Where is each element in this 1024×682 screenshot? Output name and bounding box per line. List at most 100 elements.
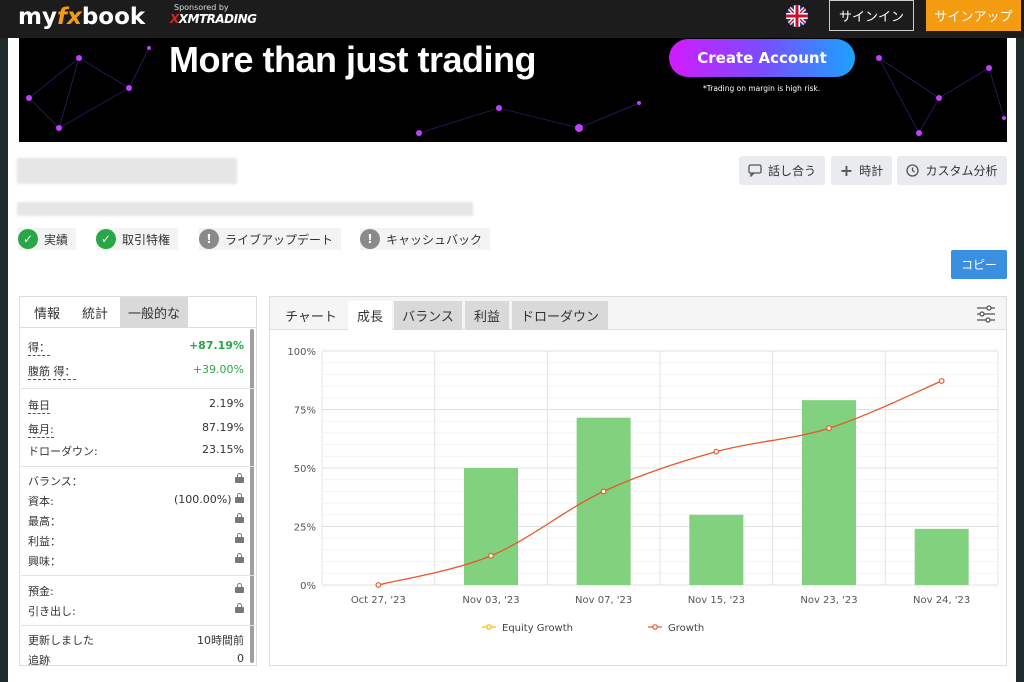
- stat-deposits: 預金:: [28, 583, 244, 601]
- tab-drawdown[interactable]: ドローダウン: [512, 301, 608, 330]
- lock-icon: [235, 553, 244, 563]
- y-tick-label: 100%: [287, 347, 316, 358]
- growth-point: [488, 552, 494, 559]
- system-name-blurred: [17, 158, 237, 184]
- chat-icon: [748, 164, 762, 177]
- risk-disclaimer: *Trading on margin is high risk.: [703, 84, 821, 93]
- xmtrading-logo[interactable]: XXMTRADING: [170, 12, 257, 26]
- exclamation-icon: !: [199, 229, 219, 249]
- top-navbar: myfxbook Sponsored by XXMTRADING サインイン サ…: [0, 0, 1024, 38]
- badge-label: 実績: [44, 232, 69, 247]
- stat-updated: 更新しました 10時間前: [28, 634, 244, 647]
- stat-balance: バランス：: [28, 473, 244, 491]
- check-icon: ✓: [96, 229, 116, 249]
- watch-label: 時計: [859, 164, 884, 178]
- lock-icon: [235, 533, 244, 543]
- chart-panel: チャート 成長 バランス 利益 ドローダウン 0% 25% 50% 75% 100% Oc…: [269, 296, 1007, 666]
- stat-drawdown: ドローダウン: 23.15%: [28, 443, 244, 458]
- y-tick-label: 0%: [300, 581, 316, 592]
- lock-icon: [235, 473, 244, 483]
- stat-withdrawals: 引き出し:: [28, 603, 244, 621]
- stat-abs-gain: 腹筋 得： +39.00%: [28, 363, 244, 380]
- tab-balance[interactable]: バランス: [394, 301, 462, 330]
- myfxbook-logo[interactable]: myfxbook: [18, 4, 145, 30]
- watch-button[interactable]: + 時計: [831, 156, 892, 185]
- tab-stats[interactable]: 統計: [72, 297, 118, 328]
- badge-label: 取引特権: [122, 232, 171, 247]
- growth-point: [826, 425, 832, 432]
- banner-title: More than just trading: [169, 39, 537, 80]
- plus-icon: +: [839, 160, 854, 180]
- divider: [21, 388, 255, 389]
- create-account-button[interactable]: Create Account: [669, 39, 855, 77]
- x-tick-label: Oct 27, '23: [351, 595, 406, 606]
- badge-track-record[interactable]: ✓ 実績: [18, 228, 77, 250]
- stats-scrollbar[interactable]: [250, 329, 254, 663]
- signin-button[interactable]: サインイン: [829, 0, 914, 31]
- chart-settings-icon[interactable]: [976, 305, 996, 323]
- ad-banner[interactable]: More than just trading Create Account *T…: [19, 38, 1007, 142]
- stat-interest: 興味：: [28, 553, 244, 571]
- check-icon: ✓: [18, 229, 38, 249]
- x-tick-label: Nov 03, '23: [462, 595, 519, 606]
- y-tick-label: 50%: [294, 464, 316, 475]
- growth-point: [375, 582, 382, 588]
- growth-point: [600, 488, 607, 495]
- badge-live-update[interactable]: ! ライブアップデート: [199, 228, 342, 250]
- bar: [914, 528, 969, 585]
- legend-label: Equity Growth: [502, 623, 573, 634]
- legend-label: Growth: [668, 623, 704, 634]
- badge-cashback[interactable]: ! キャッシュバック: [360, 228, 491, 250]
- stat-daily: 毎日 2.19%: [28, 397, 244, 414]
- tab-growth[interactable]: 成長: [348, 301, 392, 330]
- stats-tabs: 情報 統計 一般的な: [20, 297, 256, 328]
- legend-marker: [652, 624, 658, 630]
- clock-icon: [906, 164, 920, 177]
- main-page: More than just trading Create Account *T…: [8, 38, 1016, 682]
- growth-point: [938, 378, 945, 384]
- custom-analysis-button[interactable]: カスタム分析: [897, 156, 1007, 185]
- custom-analysis-label: カスタム分析: [925, 164, 998, 178]
- lock-icon: [235, 583, 244, 593]
- chart-tabs: チャート 成長 バランス 利益 ドローダウン: [270, 297, 1006, 330]
- sponsor-label: Sponsored by: [174, 3, 229, 12]
- exclamation-icon: !: [360, 229, 380, 249]
- divider: [21, 575, 255, 576]
- x-tick-label: Nov 24, '23: [913, 595, 970, 606]
- legend-marker: [486, 624, 492, 630]
- stat-highest: 最高：: [28, 513, 244, 531]
- discuss-button[interactable]: 話し合う: [739, 156, 825, 185]
- divider: [21, 466, 255, 467]
- bar: [689, 514, 744, 585]
- badge-trading-privileges[interactable]: ✓ 取引特権: [96, 228, 179, 250]
- divider: [21, 625, 255, 626]
- copy-button[interactable]: コピー: [951, 250, 1007, 279]
- stat-equity: 資本: (100.00%): [28, 493, 244, 511]
- lock-icon: [235, 603, 244, 613]
- x-tick-label: Nov 07, '23: [575, 595, 632, 606]
- stat-tracking: 追跡 0: [28, 652, 244, 667]
- system-meta-blurred: [17, 202, 473, 216]
- growth-chart[interactable]: 0% 25% 50% 75% 100% Oct 27, '23 Nov 03, '23 Nov…: [270, 331, 1006, 665]
- bar: [464, 468, 518, 585]
- stats-panel: 情報 統計 一般的な 得： +87.19% 腹筋 得： +39.00% 毎日 2.19…: [19, 296, 257, 667]
- lock-icon: [235, 513, 244, 523]
- x-tick-label: Nov 15, '23: [688, 595, 745, 606]
- y-tick-label: 25%: [294, 523, 316, 534]
- tab-general[interactable]: 一般的な: [120, 297, 188, 328]
- discuss-label: 話し合う: [767, 164, 816, 178]
- badge-label: キャッシュバック: [386, 232, 483, 247]
- lock-icon: [235, 493, 244, 503]
- y-tick-label: 75%: [294, 406, 316, 417]
- stat-gain: 得： +87.19%: [28, 339, 244, 356]
- signup-button[interactable]: サインアップ: [926, 0, 1021, 31]
- x-tick-label: Nov 23, '23: [800, 595, 857, 606]
- badge-label: ライブアップデート: [225, 232, 334, 247]
- uk-flag-icon[interactable]: [786, 5, 808, 27]
- tab-chart[interactable]: チャート: [276, 301, 346, 330]
- stat-monthly: 毎月: 87.19%: [28, 421, 244, 438]
- tab-profit[interactable]: 利益: [465, 301, 509, 330]
- growth-point: [713, 448, 720, 455]
- tab-info[interactable]: 情報: [26, 297, 68, 328]
- stat-profit: 利益：: [28, 533, 244, 551]
